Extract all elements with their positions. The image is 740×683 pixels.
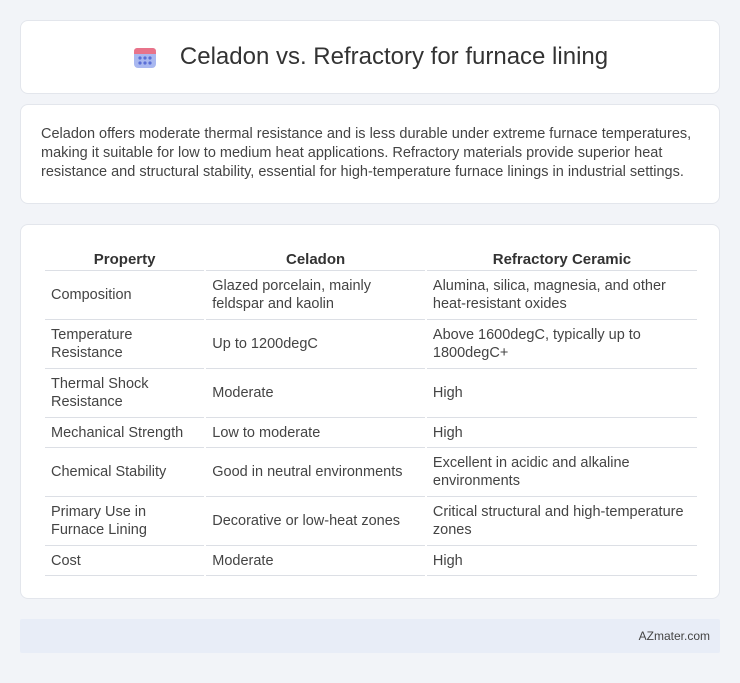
footer: AZmater.com <box>20 619 720 653</box>
table-cell: Primary Use in Furnace Lining <box>45 497 205 546</box>
table-cell: Glazed porcelain, mainly feldspar and ka… <box>206 271 425 320</box>
table-cell: Mechanical Strength <box>45 418 205 448</box>
table-cell: Composition <box>45 271 205 320</box>
table-cell: Above 1600degC, typically up to 1800degC… <box>426 320 697 369</box>
table-cell: Critical structural and high-temperature… <box>426 497 697 546</box>
table-cell: High <box>426 418 697 448</box>
header-card: Celadon vs. Refractory for furnace linin… <box>20 20 720 94</box>
table-row: Temperature Resistance Up to 1200degC Ab… <box>45 320 697 369</box>
column-header-property: Property <box>45 245 205 271</box>
table-row: Composition Glazed porcelain, mainly fel… <box>45 271 697 320</box>
summary-card: Celadon offers moderate thermal resistan… <box>20 104 720 204</box>
table-cell: Good in neutral environments <box>206 448 425 497</box>
table-cell: Alumina, silica, magnesia, and other hea… <box>426 271 697 320</box>
table-cell: Moderate <box>206 546 425 576</box>
table-row: Cost Moderate High <box>45 546 697 576</box>
table-cell: High <box>426 546 697 576</box>
table-row: Chemical Stability Good in neutral envir… <box>45 448 697 497</box>
table-cell: Up to 1200degC <box>206 320 425 369</box>
footer-brand-link[interactable]: AZmater.com <box>639 629 710 643</box>
table-row: Thermal Shock Resistance Moderate High <box>45 369 697 418</box>
page-title: Celadon vs. Refractory for furnace linin… <box>179 43 609 70</box>
table-cell: Decorative or low-heat zones <box>206 497 425 546</box>
table-header-row: Property Celadon Refractory Ceramic <box>45 245 697 271</box>
table-cell: High <box>426 369 697 418</box>
table-cell: Thermal Shock Resistance <box>45 369 205 418</box>
table-cell: Low to moderate <box>206 418 425 448</box>
summary-text: Celadon offers moderate thermal resistan… <box>41 126 692 180</box>
comparison-table: Property Celadon Refractory Ceramic Comp… <box>43 245 699 576</box>
table-row: Mechanical Strength Low to moderate High <box>45 418 697 448</box>
table-cell: Chemical Stability <box>45 448 205 497</box>
table-cell: Temperature Resistance <box>45 320 205 369</box>
table-cell: Moderate <box>206 369 425 418</box>
comparison-table-card: Property Celadon Refractory Ceramic Comp… <box>20 224 720 599</box>
calendar-icon <box>133 48 156 68</box>
table-row: Primary Use in Furnace Lining Decorative… <box>45 497 697 546</box>
table-cell: Excellent in acidic and alkaline environ… <box>426 448 697 497</box>
column-header-refractory: Refractory Ceramic <box>426 245 697 271</box>
column-header-celadon: Celadon <box>206 245 425 271</box>
table-cell: Cost <box>45 546 205 576</box>
